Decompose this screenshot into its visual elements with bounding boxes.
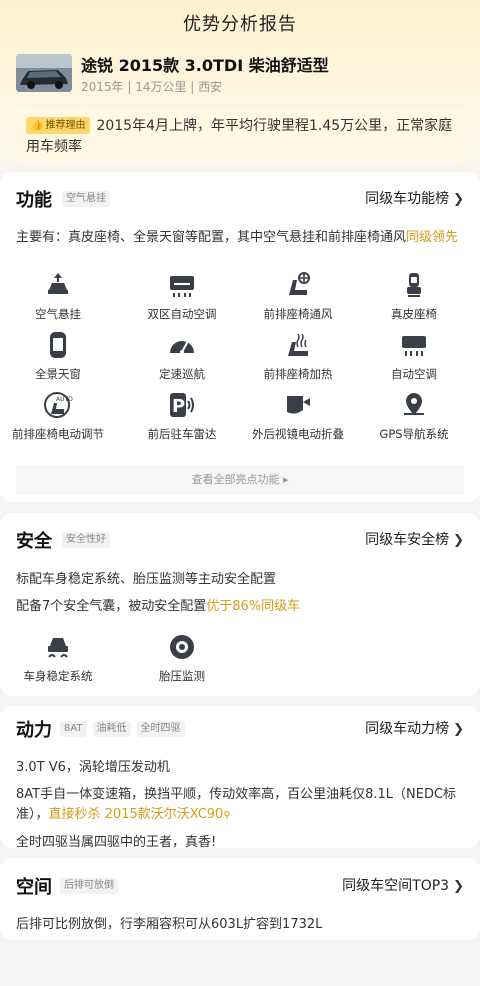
seat-ventilation-icon [289, 272, 310, 295]
svg-text:AUTO: AUTO [56, 396, 73, 403]
safety-desc-1: 标配车身稳定系统、胎压监测等主动安全配置 [16, 572, 277, 587]
safety-desc-2: 配备7个安全气囊，被动安全配置优于86%同级车 [16, 599, 301, 614]
feature-leather-seat[interactable]: 真皮座椅 [356, 270, 472, 322]
search-icon: ⚲ [223, 810, 231, 821]
features-title: 功能 [16, 190, 52, 211]
dual-zone-ac-icon [170, 276, 194, 297]
space-card: 空间 后排可放倒 同级车空间TOP3 ❯ 后排可比例放倒，行李厢容积可从603L扩… [0, 858, 480, 940]
feature-power-seat[interactable]: AUTO 前排座椅电动调节 [0, 390, 116, 442]
power-desc-3: 全时四驱当属四驱中的王者，真香! [16, 835, 217, 850]
power-compare-link[interactable]: 直接秒杀 2015款沃尔沃XC90 [49, 807, 224, 822]
cruise-control-icon [170, 340, 194, 354]
recommend-reason-box: 👍 推荐理由 2015年4月上牌，年平均行驶里程1.45万公里，正常家庭用车频率 [16, 108, 464, 162]
power-tag-3: 全时四驱 [136, 721, 185, 737]
auto-ac-icon [402, 336, 426, 356]
car-meta: 2015年 | 14万公里 | 西安 [81, 80, 223, 94]
chevron-right-icon: ❯ [453, 192, 464, 207]
panoramic-sunroof-icon [50, 332, 66, 358]
feature-seat-heating[interactable]: 前排座椅加热 [240, 330, 356, 382]
features-tag: 空气悬挂 [62, 191, 110, 207]
feature-panoramic-sunroof[interactable]: 全景天窗 [0, 330, 116, 382]
safety-tag: 安全性好 [62, 532, 110, 548]
stability-control-icon [48, 638, 68, 658]
space-title: 空间 [16, 877, 52, 898]
feature-folding-mirror[interactable]: 外后视镜电动折叠 [240, 390, 356, 442]
svg-text:P: P [172, 396, 185, 417]
power-card: 动力 8AT 油耗低 全时四驱 同级车动力榜 ❯ 3.0T V6，涡轮增压发动机 … [0, 706, 480, 850]
features-card: 功能 空气悬挂 同级车功能榜 ❯ 主要有：真皮座椅、全景天窗等配置，其中空气悬挂和… [0, 172, 480, 502]
power-tag-1: 8AT [60, 721, 87, 737]
space-rank-link[interactable]: 同级车空间TOP3 ❯ [342, 875, 464, 895]
parking-radar-icon: P [170, 393, 194, 417]
chevron-right-icon: ❯ [453, 533, 464, 548]
leather-seat-icon [407, 273, 421, 297]
page-title: 优势分析报告 [183, 14, 297, 35]
feature-stability-control[interactable]: 车身稳定系统 [0, 632, 116, 684]
feature-cruise-control[interactable]: 定速巡航 [124, 330, 240, 382]
thumbs-up-icon: 👍 [31, 120, 44, 131]
power-desc-2: 8AT手自一体变速箱，换挡平顺，传动效率高，百公里油耗仅8.1L（NEDC标准）… [16, 787, 457, 822]
feature-dual-zone-ac[interactable]: 双区自动空调 [124, 270, 240, 322]
car-thumbnail[interactable] [16, 54, 72, 92]
air-suspension-icon [48, 273, 68, 294]
folding-mirror-icon [287, 396, 310, 414]
features-rank-link[interactable]: 同级车功能榜 ❯ [365, 188, 464, 208]
power-seat-icon: AUTO [44, 392, 73, 418]
view-all-features-button[interactable]: 查看全部亮点功能 ▸ [16, 465, 464, 495]
power-desc-1: 3.0T V6，涡轮增压发动机 [16, 760, 170, 775]
power-title: 动力 [16, 720, 52, 741]
features-desc: 主要有：真皮座椅、全景天窗等配置，其中空气悬挂和前排座椅通风同级领先 [16, 230, 459, 245]
features-grid: 空气悬挂 双区自动空调 前排座椅通风 真皮座椅 全景天窗 定速巡航 前排座椅加热 [12, 270, 464, 470]
feature-air-suspension[interactable]: 空气悬挂 [0, 270, 116, 322]
chevron-right-icon: ❯ [453, 879, 464, 894]
feature-parking-radar[interactable]: P 前后驻车雷达 [124, 390, 240, 442]
space-desc: 后排可比例放倒，行李厢容积可从603L扩容到1732L [16, 917, 323, 932]
safety-rank-link[interactable]: 同级车安全榜 ❯ [365, 529, 464, 549]
gps-icon [404, 393, 424, 415]
power-rank-link[interactable]: 同级车动力榜 ❯ [365, 718, 464, 738]
seat-heating-icon [288, 333, 308, 356]
safety-title: 安全 [16, 531, 52, 552]
car-name: 途锐 2015款 3.0TDI 柴油舒适型 [81, 56, 329, 75]
power-tag-2: 油耗低 [92, 721, 131, 737]
feature-auto-ac[interactable]: 自动空调 [356, 330, 472, 382]
feature-gps[interactable]: GPS导航系统 [356, 390, 472, 442]
recommend-reason-tag: 👍 推荐理由 [26, 117, 91, 134]
tire-pressure-icon [170, 635, 194, 659]
chevron-right-icon: ❯ [453, 722, 464, 737]
safety-grid: 车身稳定系统 胎压监测 [16, 632, 464, 692]
space-tag: 后排可放倒 [60, 878, 118, 894]
feature-seat-ventilation[interactable]: 前排座椅通风 [240, 270, 356, 322]
feature-tire-pressure[interactable]: 胎压监测 [124, 632, 240, 684]
safety-card: 安全 安全性好 同级车安全榜 ❯ 标配车身稳定系统、胎压监测等主动安全配置 配备7… [0, 513, 480, 696]
